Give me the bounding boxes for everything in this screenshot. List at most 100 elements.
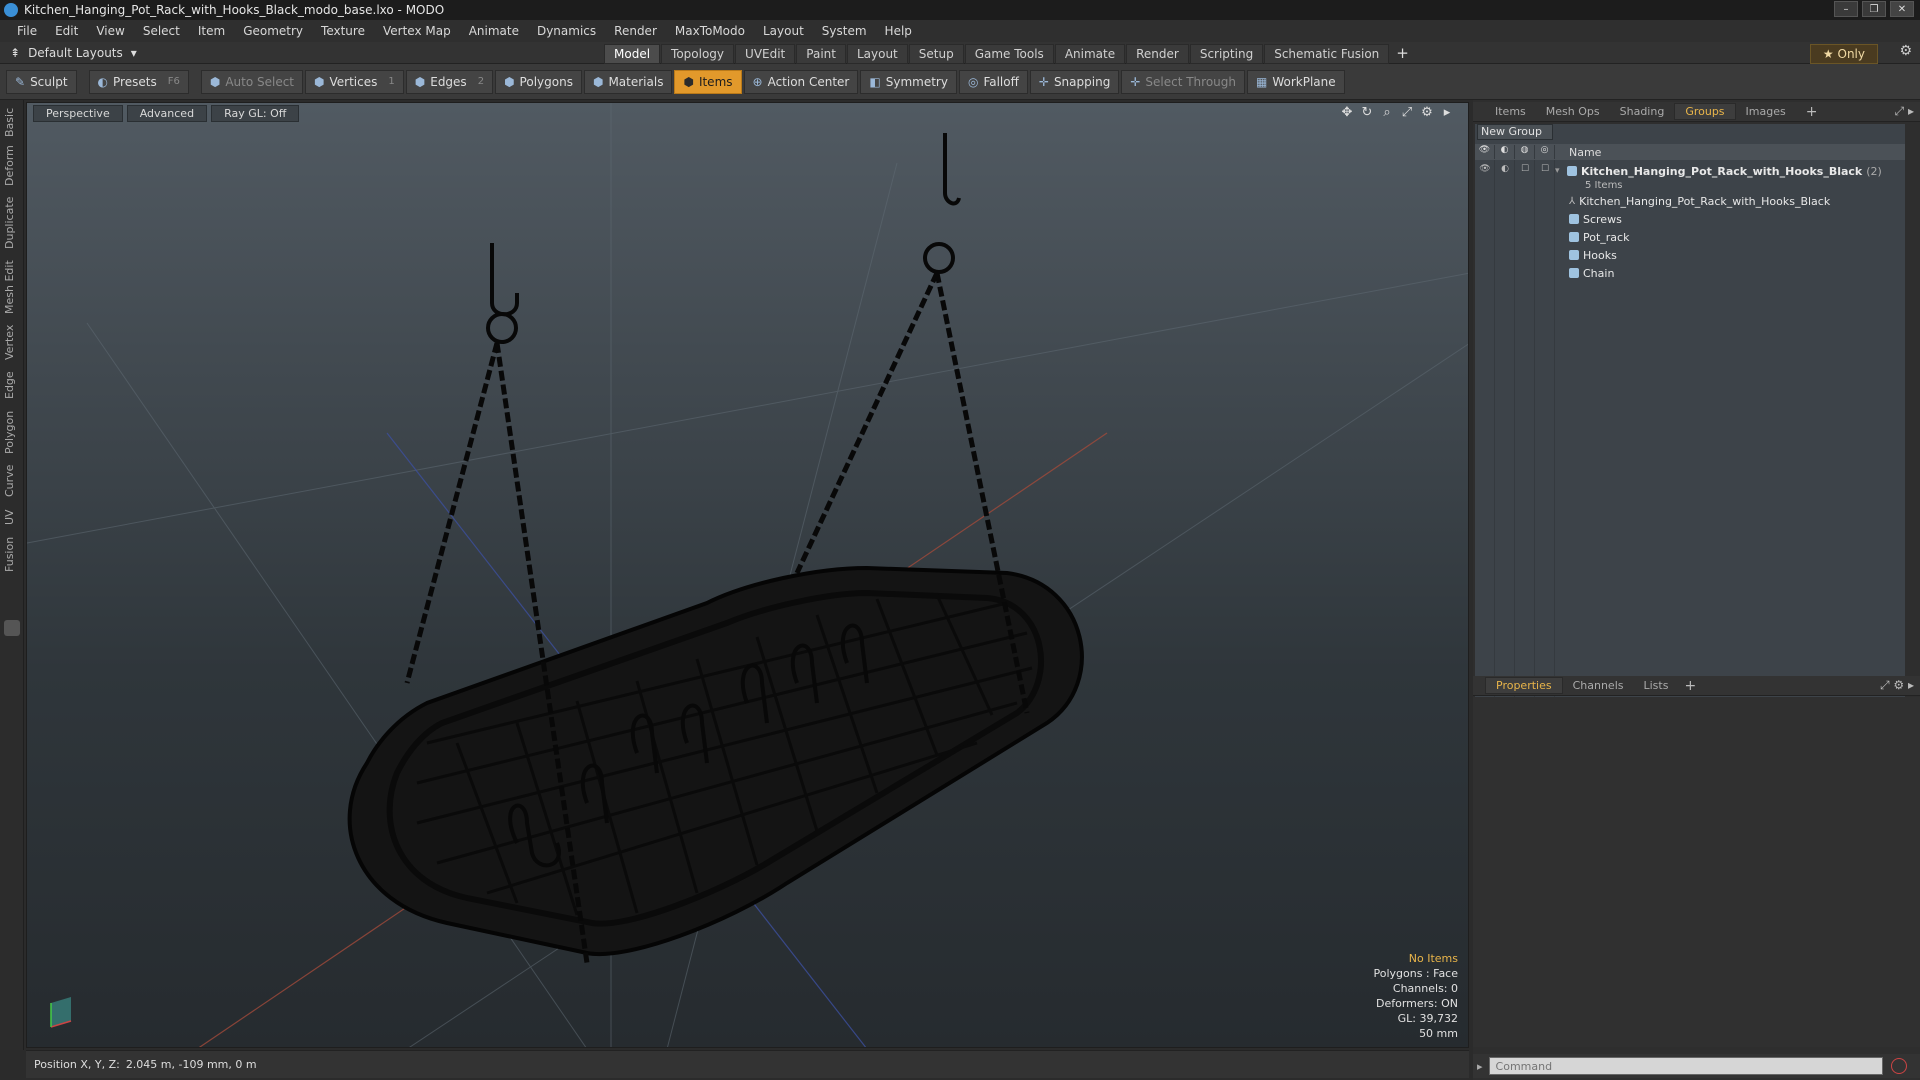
- menu-maxtomodo[interactable]: MaxToModo: [666, 24, 754, 38]
- view-type-button[interactable]: Perspective: [33, 105, 123, 122]
- tab-paint[interactable]: Paint: [796, 44, 846, 64]
- materials-button[interactable]: ⬢ Materials: [583, 69, 673, 94]
- menu-render[interactable]: Render: [605, 24, 666, 38]
- gear-icon[interactable]: ⚙: [1899, 43, 1912, 59]
- falloff-button[interactable]: ◎ Falloff: [958, 69, 1028, 94]
- vtab-duplicate[interactable]: Duplicate: [3, 194, 21, 252]
- list-item[interactable]: Screws: [1569, 210, 1622, 228]
- menu-layout[interactable]: Layout: [754, 24, 813, 38]
- only-toggle-button[interactable]: ★ Only: [1809, 44, 1878, 64]
- new-group-button[interactable]: New Group: [1477, 124, 1553, 140]
- render-column-icon[interactable]: ◐: [1495, 145, 1515, 159]
- menu-animate[interactable]: Animate: [460, 24, 528, 38]
- items-button[interactable]: ⬢ Items: [674, 69, 742, 94]
- menu-file[interactable]: File: [8, 24, 46, 38]
- vtab-basic[interactable]: Basic: [3, 106, 21, 138]
- add-tab-icon[interactable]: +: [1678, 678, 1702, 694]
- tab-images[interactable]: Images: [1736, 104, 1796, 119]
- maximize-icon[interactable]: ❐: [1862, 1, 1886, 17]
- tab-scripting[interactable]: Scripting: [1189, 44, 1264, 64]
- select-through-button[interactable]: ✛ Select Through: [1121, 69, 1245, 94]
- vtab-polygon[interactable]: Polygon: [3, 408, 21, 456]
- workplane-button[interactable]: ▦ WorkPlane: [1246, 69, 1345, 94]
- toolbox-toggle-icon[interactable]: [4, 620, 20, 636]
- vtab-fusion[interactable]: Fusion: [3, 534, 21, 574]
- list-item[interactable]: Chain: [1569, 264, 1614, 282]
- shading-mode-button[interactable]: Advanced: [126, 105, 208, 122]
- tab-shading[interactable]: Shading: [1610, 104, 1675, 119]
- viewport-menu-icon[interactable]: ▸: [1440, 105, 1454, 120]
- root-select-icon[interactable]: ☐: [1535, 164, 1555, 174]
- mesh-icon: [1569, 214, 1579, 224]
- tab-groups[interactable]: Groups: [1674, 103, 1736, 120]
- root-lock-icon[interactable]: ☐: [1515, 164, 1535, 174]
- add-tab-icon[interactable]: +: [1796, 103, 1828, 121]
- tab-layout[interactable]: Layout: [846, 44, 908, 64]
- tab-model[interactable]: Model: [604, 44, 661, 64]
- tab-render[interactable]: Render: [1126, 44, 1189, 64]
- vertices-button[interactable]: ⬢ Vertices 1: [305, 69, 404, 94]
- tab-lists[interactable]: Lists: [1634, 678, 1679, 693]
- presets-button[interactable]: ◐ Presets F6: [88, 69, 189, 94]
- root-visibility-icon[interactable]: 👁: [1475, 164, 1495, 174]
- expand-arrow-icon[interactable]: ▾: [1555, 166, 1567, 176]
- select-column-icon[interactable]: ◎: [1535, 145, 1555, 159]
- tab-channels[interactable]: Channels: [1563, 678, 1634, 693]
- vtab-curve[interactable]: Curve: [3, 462, 21, 500]
- orbit-icon[interactable]: ↻: [1360, 105, 1374, 120]
- pan-icon[interactable]: ✥: [1340, 105, 1354, 120]
- symmetry-button[interactable]: ◧ Symmetry: [860, 69, 957, 94]
- list-item[interactable]: ⅄ Kitchen_Hanging_Pot_Rack_with_Hooks_Bl…: [1569, 192, 1830, 210]
- add-tab-icon[interactable]: +: [1390, 44, 1415, 64]
- lock-column-icon[interactable]: ◍: [1515, 145, 1535, 159]
- menu-help[interactable]: Help: [876, 24, 921, 38]
- viewport-settings-icon[interactable]: ⚙: [1420, 105, 1434, 120]
- menu-vertex-map[interactable]: Vertex Map: [374, 24, 460, 38]
- tab-properties[interactable]: Properties: [1485, 677, 1563, 694]
- 3d-viewport[interactable]: Perspective Advanced Ray GL: Off ✥ ↻ ⌕ ⤢…: [26, 102, 1469, 1048]
- menu-system[interactable]: System: [813, 24, 876, 38]
- menu-geometry[interactable]: Geometry: [234, 24, 312, 38]
- vtab-vertex[interactable]: Vertex: [3, 322, 21, 362]
- snapping-button[interactable]: ✛ Snapping: [1029, 69, 1120, 94]
- vtab-deform[interactable]: Deform: [3, 144, 21, 188]
- menu-view[interactable]: View: [87, 24, 133, 38]
- edges-button[interactable]: ⬢ Edges 2: [405, 69, 494, 94]
- visibility-column-icon[interactable]: 👁: [1475, 145, 1495, 159]
- tab-mesh-ops[interactable]: Mesh Ops: [1536, 104, 1610, 119]
- tab-setup[interactable]: Setup: [908, 44, 964, 64]
- vtab-uv[interactable]: UV: [3, 506, 21, 528]
- root-render-icon[interactable]: ◐: [1495, 164, 1515, 174]
- list-item[interactable]: Pot_rack: [1569, 228, 1629, 246]
- raygl-button[interactable]: Ray GL: Off: [211, 105, 300, 122]
- sculpt-button[interactable]: ✎ Sculpt: [6, 69, 77, 94]
- tab-animate[interactable]: Animate: [1054, 44, 1126, 64]
- maximize-viewport-icon[interactable]: ⤢: [1400, 105, 1414, 120]
- vtab-edge[interactable]: Edge: [3, 368, 21, 402]
- command-history-icon[interactable]: ▸: [1477, 1060, 1483, 1073]
- items-icon: ⬢: [683, 74, 694, 89]
- vtab-mesh-edit[interactable]: Mesh Edit: [3, 258, 21, 316]
- layout-preset-dropdown[interactable]: ⇞ Default Layouts ▾: [10, 46, 137, 60]
- polygons-button[interactable]: ⬢ Polygons: [495, 69, 582, 94]
- tab-items[interactable]: Items: [1485, 104, 1536, 119]
- minimize-icon[interactable]: –: [1834, 1, 1858, 17]
- panel-expand-icon[interactable]: ⤢ ▸: [1895, 104, 1914, 119]
- command-input[interactable]: [1488, 1057, 1883, 1075]
- tab-game-tools[interactable]: Game Tools: [964, 44, 1054, 64]
- menu-item[interactable]: Item: [189, 24, 234, 38]
- tab-topology[interactable]: Topology: [661, 44, 735, 64]
- zoom-icon[interactable]: ⌕: [1380, 105, 1394, 120]
- list-item[interactable]: Hooks: [1569, 246, 1617, 264]
- tab-uvedit[interactable]: UVEdit: [735, 44, 796, 64]
- close-icon[interactable]: ✕: [1890, 1, 1914, 17]
- auto-select-button[interactable]: ⬢ Auto Select: [200, 69, 304, 94]
- menu-select[interactable]: Select: [134, 24, 189, 38]
- menu-dynamics[interactable]: Dynamics: [528, 24, 605, 38]
- menu-texture[interactable]: Texture: [312, 24, 374, 38]
- panel-expand-icon[interactable]: ⤢ ⚙ ▸: [1880, 678, 1914, 693]
- tab-schematic-fusion[interactable]: Schematic Fusion: [1264, 44, 1390, 64]
- action-center-button[interactable]: ⊕ Action Center: [743, 69, 859, 94]
- command-clear-icon[interactable]: [1890, 1058, 1907, 1074]
- menu-edit[interactable]: Edit: [46, 24, 87, 38]
